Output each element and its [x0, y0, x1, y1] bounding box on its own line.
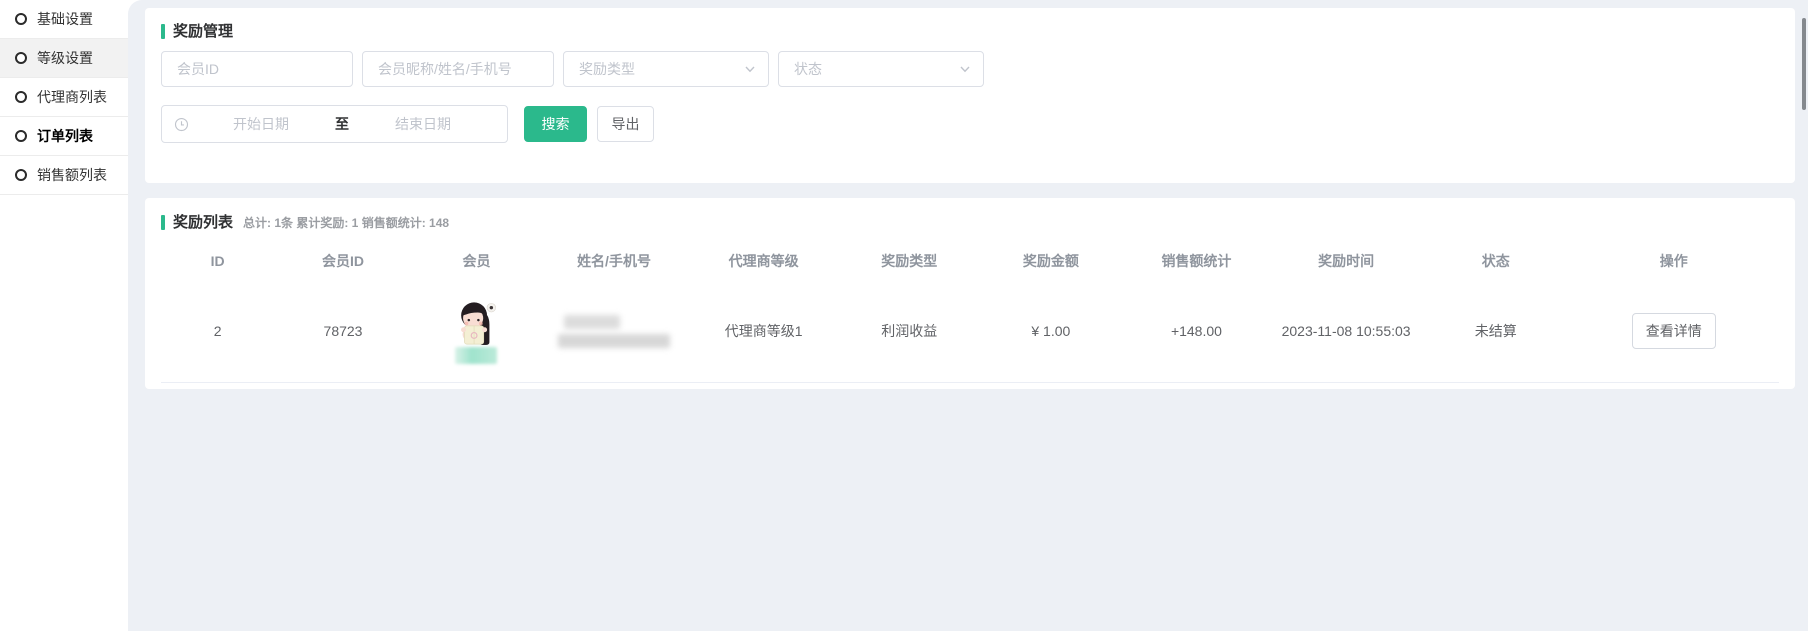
list-summary: 总计: 1条 累计奖励: 1 销售额统计: 148 [243, 214, 449, 231]
date-range-separator: 至 [333, 114, 351, 134]
accent-bar [161, 24, 165, 39]
col-member: 会员 [412, 240, 541, 282]
filter-row-1: 奖励类型 状态 [161, 51, 1779, 87]
app-root: 基础设置 等级设置 代理商列表 订单列表 销售额列表 奖励管理 [0, 0, 1808, 631]
reward-type-select-placeholder: 奖励类型 [579, 59, 635, 79]
view-details-button[interactable]: 查看详情 [1632, 313, 1716, 349]
circle-bullet-icon [15, 91, 27, 103]
member-phone-blurred [558, 334, 670, 348]
cell-member-id: 78723 [274, 282, 412, 383]
col-name-phone: 姓名/手机号 [541, 240, 687, 282]
chevron-down-icon [744, 63, 756, 75]
cell-agent-level: 代理商等级1 [687, 282, 841, 383]
cell-id: 2 [161, 282, 274, 383]
list-section-head: 奖励列表 总计: 1条 累计奖励: 1 销售额统计: 148 [161, 214, 1779, 231]
reward-table: ID 会员ID 会员 姓名/手机号 代理商等级 奖励类型 奖励金额 销售额统计 … [161, 240, 1779, 383]
end-date-input[interactable] [351, 115, 495, 133]
cell-name-phone [541, 282, 687, 383]
export-button[interactable]: 导出 [597, 106, 654, 142]
status-select[interactable]: 状态 [778, 51, 984, 87]
circle-bullet-icon [15, 52, 27, 64]
sidebar-item-agent-list[interactable]: 代理商列表 [0, 78, 128, 117]
col-actions: 操作 [1569, 240, 1779, 282]
col-reward-type: 奖励类型 [841, 240, 979, 282]
cell-actions: 查看详情 [1569, 282, 1779, 383]
sidebar-item-label: 订单列表 [37, 126, 93, 146]
cell-status: 未结算 [1423, 282, 1569, 383]
filter-section-head: 奖励管理 [161, 24, 1779, 39]
main-content: 奖励管理 奖励类型 状态 [128, 0, 1808, 631]
accent-bar [161, 215, 165, 230]
date-range-picker[interactable]: 至 [161, 105, 508, 143]
col-reward-amount: 奖励金额 [978, 240, 1124, 282]
sidebar-item-label: 基础设置 [37, 9, 93, 29]
member-name-blurred [564, 315, 620, 329]
chevron-down-icon [959, 63, 971, 75]
col-sales-total: 销售额统计 [1124, 240, 1270, 282]
table-header-row: ID 会员ID 会员 姓名/手机号 代理商等级 奖励类型 奖励金额 销售额统计 … [161, 240, 1779, 282]
sidebar-item-label: 代理商列表 [37, 87, 107, 107]
member-nickname-blurred [455, 347, 497, 364]
member-name-input[interactable] [362, 51, 554, 87]
sidebar-item-sales-list[interactable]: 销售额列表 [0, 156, 128, 195]
sidebar-item-label: 销售额列表 [37, 165, 107, 185]
reward-filter-card: 奖励管理 奖励类型 状态 [145, 8, 1795, 183]
clock-icon [174, 117, 189, 132]
page-title: 奖励管理 [173, 24, 233, 39]
col-agent-level: 代理商等级 [687, 240, 841, 282]
list-title: 奖励列表 [173, 215, 233, 230]
search-button[interactable]: 搜索 [524, 106, 587, 142]
table-row: 2 78723 [161, 282, 1779, 383]
member-id-input[interactable] [161, 51, 353, 87]
cell-reward-amount: ¥ 1.00 [978, 282, 1124, 383]
start-date-input[interactable] [189, 115, 333, 133]
col-reward-time: 奖励时间 [1269, 240, 1423, 282]
member-avatar [453, 298, 499, 344]
sidebar-item-order-list[interactable]: 订单列表 [0, 117, 128, 156]
reward-list-card: 奖励列表 总计: 1条 累计奖励: 1 销售额统计: 148 ID 会员ID 会… [145, 198, 1795, 389]
cell-reward-time: 2023-11-08 10:55:03 [1269, 282, 1423, 383]
filter-row-2: 至 搜索 导出 [161, 105, 1779, 143]
status-select-placeholder: 状态 [794, 59, 822, 79]
col-status: 状态 [1423, 240, 1569, 282]
circle-bullet-icon [15, 169, 27, 181]
reward-type-select[interactable]: 奖励类型 [563, 51, 769, 87]
sidebar-item-level-settings[interactable]: 等级设置 [0, 39, 128, 78]
sidebar-item-basic-settings[interactable]: 基础设置 [0, 0, 128, 39]
sidebar: 基础设置 等级设置 代理商列表 订单列表 销售额列表 [0, 0, 128, 631]
cell-sales-total: +148.00 [1124, 282, 1270, 383]
sidebar-item-label: 等级设置 [37, 48, 93, 68]
circle-bullet-icon [15, 130, 27, 142]
col-member-id: 会员ID [274, 240, 412, 282]
cell-reward-type: 利润收益 [841, 282, 979, 383]
vertical-scrollbar-thumb[interactable] [1802, 18, 1806, 110]
main-area: 奖励管理 奖励类型 状态 [128, 0, 1808, 631]
col-id: ID [161, 240, 274, 282]
circle-bullet-icon [15, 13, 27, 25]
cell-member [412, 282, 541, 383]
